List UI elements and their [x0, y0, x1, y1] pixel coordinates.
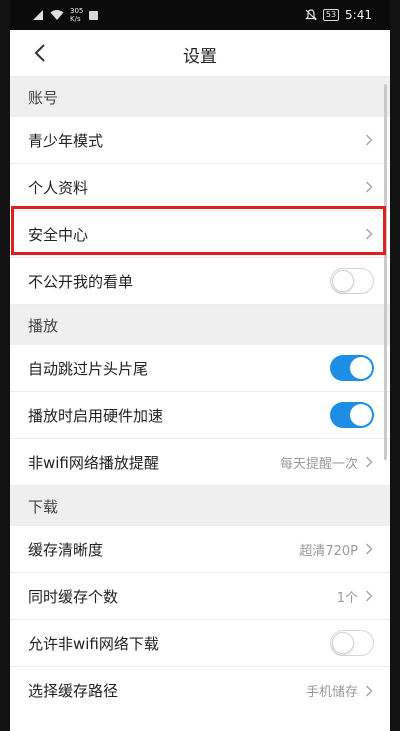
toggle-knob [332, 632, 354, 654]
row-cache-path[interactable]: 选择缓存路径 手机储存 [10, 667, 390, 714]
chevron-right-icon [364, 455, 374, 469]
chevron-right-icon [364, 227, 374, 241]
row-label: 个人资料 [28, 178, 89, 197]
row-skip-intro: 自动跳过片头片尾 [10, 345, 390, 392]
non-wifi-download-toggle[interactable] [330, 630, 374, 656]
row-cache-quality[interactable]: 缓存清晰度 超清720P [10, 526, 390, 573]
wifi-icon [50, 10, 64, 20]
title-bar: 设置 [10, 30, 390, 77]
row-value: 超清720P [299, 543, 358, 559]
toggle-knob [350, 404, 372, 426]
status-right: 53 5:41 [304, 7, 372, 23]
settings-list: 账号 青少年模式 个人资料 安全中心 不公开我的看单 播放 自动跳过片头片尾 播… [10, 77, 390, 714]
net-speed-value: 305 [70, 7, 84, 15]
settings-screen: 305 K/s 53 5:41 设置 账号 青少年模式 个人资料 安全中心 不公… [10, 0, 390, 731]
row-private-list: 不公开我的看单 [10, 258, 390, 305]
row-label: 选择缓存路径 [28, 682, 119, 700]
row-hw-accel: 播放时启用硬件加速 [10, 392, 390, 439]
section-header-download: 下载 [10, 486, 390, 526]
row-label: 非wifi网络播放提醒 [28, 453, 159, 472]
notification-icon [89, 10, 99, 20]
row-non-wifi-reminder[interactable]: 非wifi网络播放提醒 每天提醒一次 [10, 439, 390, 486]
net-speed: 305 K/s [70, 7, 83, 23]
section-header-account: 账号 [10, 77, 390, 117]
toggle-knob [350, 357, 372, 379]
row-label: 安全中心 [28, 225, 89, 244]
row-label: 青少年模式 [28, 131, 104, 150]
skip-intro-toggle[interactable] [330, 355, 374, 381]
chevron-right-icon [364, 133, 374, 147]
chevron-right-icon [364, 180, 374, 194]
signal-icon [33, 10, 43, 20]
chevron-right-icon [364, 542, 374, 556]
clock: 5:41 [345, 8, 372, 22]
toggle-knob [332, 270, 354, 292]
chevron-right-icon [364, 684, 374, 698]
row-label: 播放时启用硬件加速 [28, 406, 164, 425]
battery-indicator: 53 [322, 9, 340, 21]
row-concurrent-downloads[interactable]: 同时缓存个数 1个 [10, 573, 390, 620]
row-label: 允许非wifi网络下载 [28, 634, 159, 653]
row-profile[interactable]: 个人资料 [10, 164, 390, 211]
row-label: 自动跳过片头片尾 [28, 359, 149, 378]
status-left: 305 K/s [32, 7, 99, 23]
row-teen-mode[interactable]: 青少年模式 [10, 117, 390, 164]
row-label: 缓存清晰度 [28, 540, 104, 559]
row-non-wifi-download: 允许非wifi网络下载 [10, 620, 390, 667]
mute-bell-icon [304, 9, 317, 21]
scrollbar[interactable] [384, 84, 387, 460]
page-title: 设置 [183, 47, 217, 67]
section-header-playback: 播放 [10, 305, 390, 345]
status-bar: 305 K/s 53 5:41 [10, 0, 390, 30]
row-value: 1个 [336, 590, 358, 606]
row-value: 手机储存 [305, 685, 358, 700]
chevron-right-icon [364, 589, 374, 603]
row-security-center[interactable]: 安全中心 [10, 211, 390, 258]
hw-accel-toggle[interactable] [330, 402, 374, 428]
net-speed-unit: K/s [70, 15, 81, 23]
row-label: 同时缓存个数 [28, 587, 119, 606]
row-value: 每天提醒一次 [279, 456, 358, 472]
private-list-toggle[interactable] [330, 268, 374, 294]
row-label: 不公开我的看单 [28, 272, 134, 291]
